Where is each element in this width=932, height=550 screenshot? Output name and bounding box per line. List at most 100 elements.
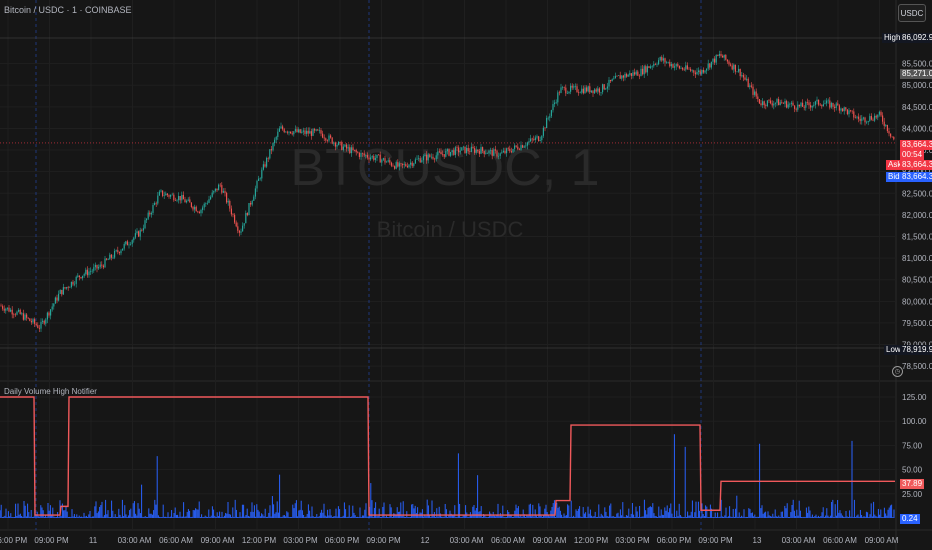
candle-body	[267, 157, 269, 159]
candle-body	[339, 141, 341, 143]
candle-body	[354, 149, 356, 151]
candle-body	[488, 150, 490, 154]
candle-body	[698, 70, 700, 73]
candle-body	[731, 65, 733, 70]
candle-body	[683, 69, 685, 71]
candle-body	[750, 85, 752, 87]
candle-body	[317, 129, 319, 131]
candle-body	[328, 135, 330, 141]
candle-body	[229, 200, 231, 209]
candle-body	[104, 258, 106, 268]
candle-body	[134, 233, 136, 238]
candle-body	[693, 70, 695, 73]
candle-body	[451, 150, 453, 153]
candle-body	[258, 178, 260, 181]
chart-canvas[interactable]: BTCUSDC, 1 Bitcoin / USDC 85,500.0085,00…	[0, 0, 932, 550]
candle-body	[192, 206, 194, 210]
time-tick-label: 09:00 PM	[366, 536, 401, 545]
candle-body	[614, 75, 616, 79]
candle-body	[179, 195, 181, 201]
candle-body	[75, 276, 77, 284]
candle-body	[494, 149, 496, 151]
candle-body	[232, 214, 234, 215]
candle-body	[112, 257, 114, 259]
candle-body	[205, 203, 207, 204]
clock-icon[interactable]: ◷	[892, 366, 903, 377]
candle-body	[370, 157, 372, 160]
candle-body	[110, 254, 112, 258]
candle-body	[882, 115, 884, 122]
candle-body	[464, 146, 466, 154]
candle-body	[419, 158, 421, 163]
candle-body	[773, 103, 775, 106]
candle-body	[864, 117, 866, 123]
indicator-title[interactable]: Daily Volume High Notifier	[4, 387, 97, 396]
candle-body	[154, 202, 156, 206]
candle-body	[197, 211, 199, 212]
time-tick-label: 09:00 AM	[533, 536, 567, 545]
candle-body	[720, 54, 722, 56]
candle-body	[386, 161, 388, 163]
candle-body	[552, 104, 554, 111]
candle-body	[387, 160, 389, 162]
candle-body	[46, 312, 48, 320]
candle-body	[371, 156, 373, 158]
bid-value: 83,664.34	[900, 172, 932, 182]
candle-body	[221, 185, 223, 193]
candle-body	[194, 206, 196, 210]
candle-body	[520, 145, 522, 150]
candle-body	[888, 131, 890, 134]
candle-body	[770, 100, 772, 104]
candle-body	[174, 200, 176, 201]
candle-body	[288, 131, 290, 133]
main-pane	[0, 0, 896, 530]
candle-body	[446, 149, 448, 152]
candle-body	[861, 118, 863, 121]
candle-body	[621, 75, 623, 79]
candle-body	[155, 202, 157, 204]
candle-body	[789, 103, 791, 105]
time-tick-label: 09:00 PM	[698, 536, 733, 545]
candle-body	[78, 275, 80, 278]
candle-body	[766, 100, 768, 107]
candle-body	[85, 269, 87, 275]
candle-body	[667, 61, 669, 63]
candle-body	[99, 264, 101, 267]
candle-body	[344, 144, 346, 147]
candle-body	[435, 155, 437, 160]
candle-body	[13, 314, 15, 316]
candle-body	[784, 101, 786, 104]
time-tick-label: 03:00 PM	[283, 536, 318, 545]
currency-button[interactable]: USDC	[898, 4, 926, 22]
candle-body	[322, 133, 324, 138]
candle-body	[301, 131, 303, 133]
candle-body	[646, 66, 648, 73]
last-price-value: 83,664.37	[900, 140, 932, 150]
candle-body	[611, 79, 613, 82]
candle-body	[429, 154, 431, 157]
candle-body	[565, 87, 567, 94]
candle-body	[832, 102, 834, 107]
candle-body	[230, 208, 232, 215]
candle-body	[526, 142, 528, 146]
candle-body	[518, 149, 520, 150]
candle-body	[478, 151, 480, 154]
candle-body	[445, 151, 447, 157]
candle-body	[242, 225, 244, 232]
candle-body	[549, 116, 551, 118]
candle-body	[701, 69, 703, 74]
candle-body	[421, 160, 423, 163]
candle-body	[544, 127, 546, 129]
candle-body	[834, 106, 836, 109]
candle-body	[597, 88, 599, 92]
candle-body	[237, 226, 239, 231]
candle-body	[579, 92, 581, 94]
time-tick-label: 12	[421, 536, 430, 545]
candle-body	[525, 145, 527, 147]
candle-body	[64, 287, 66, 289]
price-tick-label: 81,000.00	[902, 254, 932, 263]
candle-body	[704, 70, 706, 73]
candle-body	[342, 146, 344, 150]
candle-body	[426, 154, 428, 161]
price-tick-label: 84,500.00	[902, 103, 932, 112]
